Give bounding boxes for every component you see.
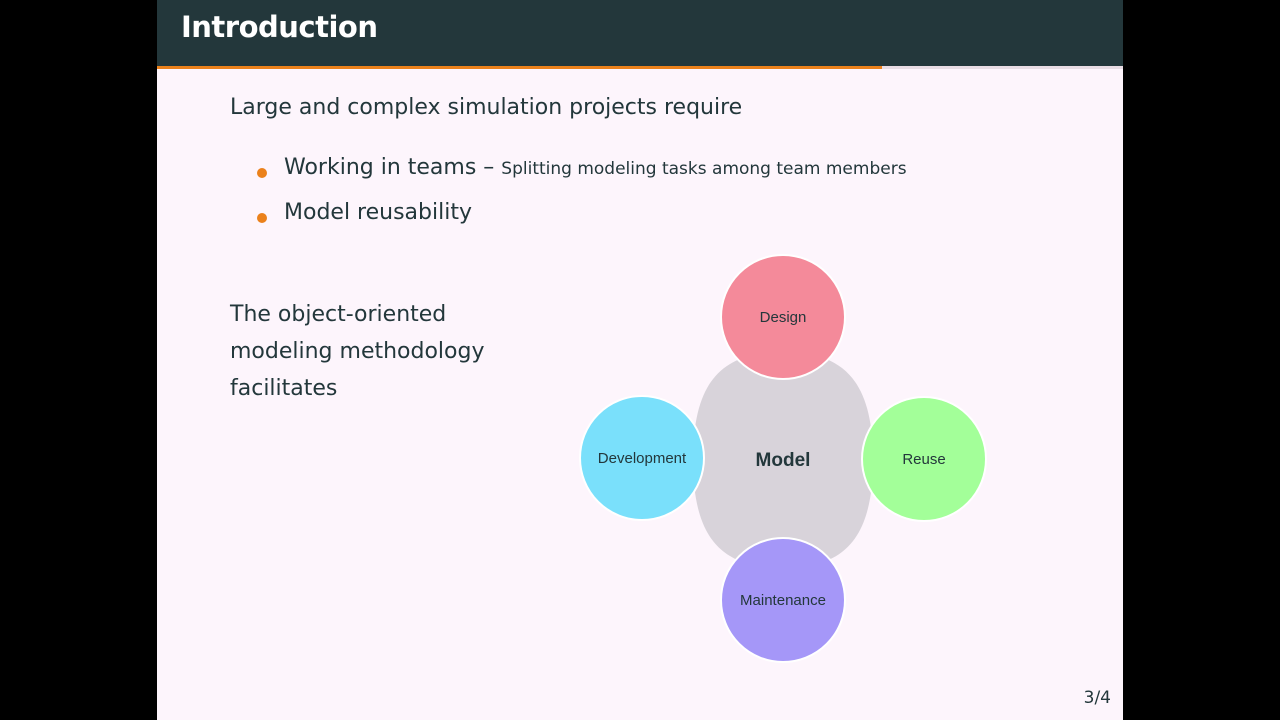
bullet-icon: [257, 168, 267, 178]
methodology-text: The object-oriented modeling methodology…: [230, 302, 485, 401]
bullet-main-text: Working in teams –: [284, 155, 502, 180]
title-bar: Introduction: [157, 0, 1123, 66]
list-item: Working in teams – Splitting modeling ta…: [257, 155, 907, 200]
development-node: Development: [579, 395, 705, 521]
slide-title: Introduction: [181, 10, 378, 44]
page-number: 3/4: [1083, 688, 1111, 708]
bullet-sub-text: Splitting modeling tasks among team memb…: [501, 159, 907, 179]
model-diagram: Model Design Reuse Maintenance Developme…: [579, 254, 987, 663]
maintenance-label: Maintenance: [740, 592, 826, 609]
list-item: Model reusability: [257, 200, 907, 245]
intro-text: Large and complex simulation projects re…: [230, 95, 743, 120]
design-label: Design: [760, 309, 807, 326]
bullet-icon: [257, 213, 267, 223]
design-node: Design: [720, 254, 846, 380]
center-label: Model: [756, 450, 811, 471]
maintenance-node: Maintenance: [720, 537, 846, 663]
development-label: Development: [598, 450, 687, 467]
reuse-label: Reuse: [902, 451, 945, 468]
progress-bar-fill: [157, 66, 882, 69]
bullet-main-text: Model reusability: [284, 200, 472, 225]
slide: Introduction Large and complex simulatio…: [157, 0, 1123, 720]
reuse-node: Reuse: [861, 396, 987, 522]
bullet-list: Working in teams – Splitting modeling ta…: [257, 155, 907, 245]
progress-bar: [157, 66, 1123, 69]
